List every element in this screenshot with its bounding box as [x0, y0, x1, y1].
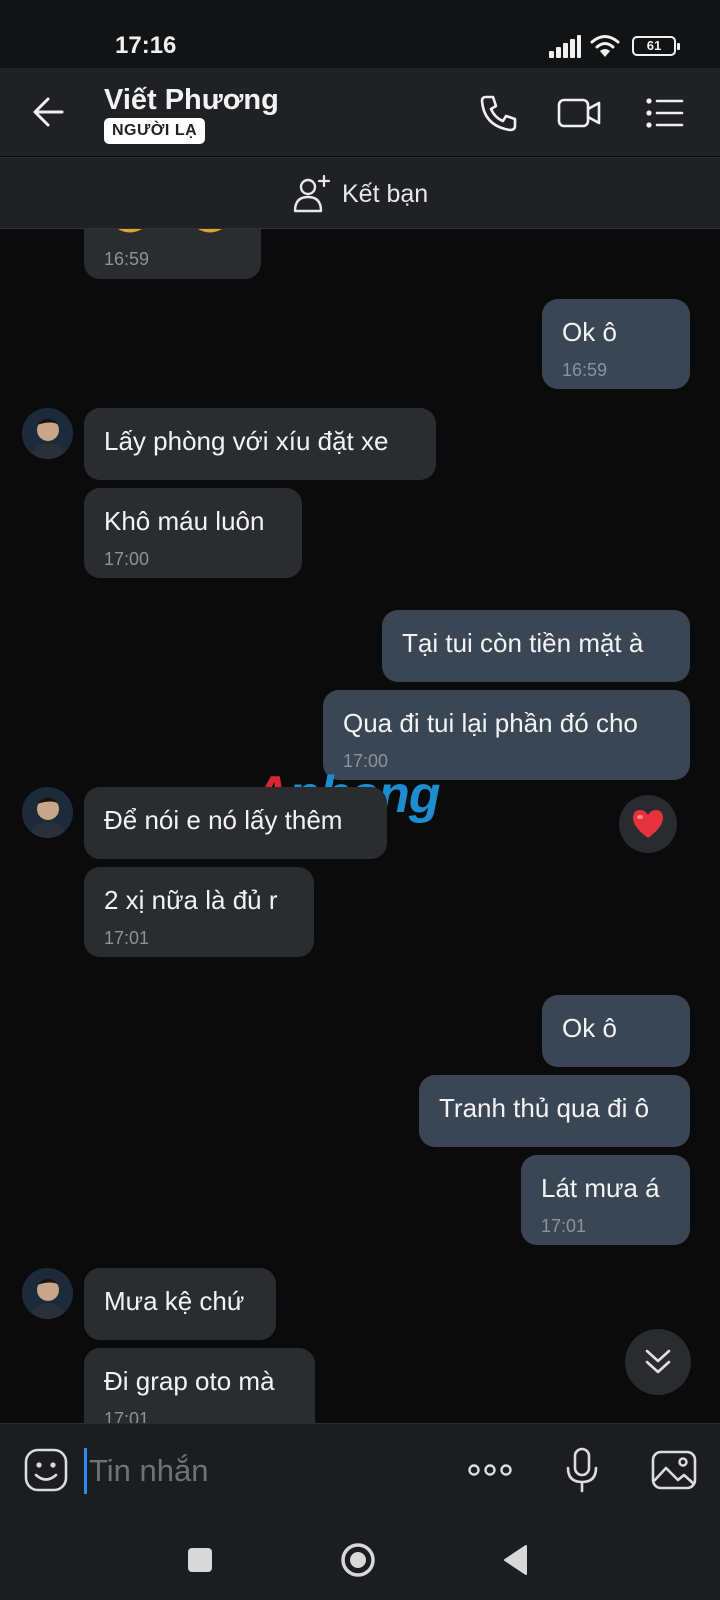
- message-text: Tranh thủ qua đi ô: [439, 1093, 650, 1123]
- heart-icon: [633, 810, 663, 838]
- add-friend-button[interactable]: Kết bạn: [292, 172, 428, 216]
- back-nav-icon[interactable]: [494, 1536, 542, 1584]
- message-bubble-incoming[interactable]: Để nói e nó lấy thêm: [84, 787, 387, 859]
- avatar[interactable]: [22, 408, 73, 459]
- add-user-icon: [293, 174, 331, 213]
- battery-icon: 61: [632, 36, 680, 56]
- image-icon[interactable]: [650, 1446, 698, 1494]
- message-bubble-incoming[interactable]: 16:59: [84, 229, 261, 279]
- message-text: Ok ô: [562, 317, 617, 347]
- message-text: Mưa kệ chứ: [104, 1286, 245, 1316]
- message-text: Đi grap oto mà: [104, 1366, 275, 1396]
- message-bubble-incoming[interactable]: Đi grap oto mà 17:01: [84, 1348, 315, 1423]
- add-friend-label: Kết bạn: [342, 179, 429, 208]
- battery-level: 61: [646, 38, 662, 53]
- message-bubble-incoming[interactable]: Khô máu luôn 17:00: [84, 488, 302, 578]
- sticker-face-icon[interactable]: [22, 1446, 70, 1494]
- status-time: 17:16: [115, 32, 177, 59]
- message-list[interactable]: 16:59 Ok ô 16:59 Lấy phòng với xíu đặt x…: [0, 229, 720, 1423]
- message-bubble-incoming[interactable]: Mưa kệ chứ: [84, 1268, 276, 1340]
- avatar[interactable]: [22, 1268, 73, 1319]
- message-composer: [0, 1423, 720, 1518]
- message-time: 17:01: [104, 928, 150, 948]
- home-icon[interactable]: [334, 1536, 382, 1584]
- message-time: 16:59: [104, 249, 150, 269]
- video-camera-icon[interactable]: [556, 90, 602, 136]
- phone-icon[interactable]: [476, 90, 522, 136]
- chat-header: Viết Phương NGƯỜI LẠ: [0, 68, 720, 156]
- message-text: Tại tui còn tiền mặt à: [402, 628, 644, 658]
- message-input[interactable]: [84, 1448, 444, 1494]
- list-menu-icon[interactable]: [642, 90, 688, 136]
- recent-apps-icon[interactable]: [176, 1536, 224, 1584]
- message-text: Khô máu luôn: [104, 506, 265, 536]
- emoji-icon: [118, 229, 222, 233]
- message-bubble-outgoing[interactable]: Lát mưa á 17:01: [521, 1155, 690, 1245]
- chevron-double-down-icon: [645, 1349, 671, 1374]
- message-bubble-outgoing[interactable]: Ok ô: [542, 995, 690, 1067]
- message-time: 16:59: [562, 360, 608, 380]
- stranger-badge: NGƯỜI LẠ: [104, 118, 206, 144]
- message-text: Lát mưa á: [541, 1173, 660, 1203]
- message-time: 17:00: [104, 549, 150, 569]
- message-text: 2 xị nữa là đủ r: [104, 885, 278, 915]
- message-time: 17:01: [104, 1409, 150, 1423]
- reaction-badge[interactable]: [619, 795, 677, 853]
- wifi-icon: [590, 35, 620, 57]
- message-bubble-incoming[interactable]: 2 xị nữa là đủ r 17:01: [84, 867, 314, 957]
- message-text: Để nói e nó lấy thêm: [104, 805, 343, 835]
- system-navigation-bar: [0, 1518, 720, 1600]
- signal-icon: [549, 34, 581, 58]
- message-text: Ok ô: [562, 1013, 617, 1043]
- message-bubble-outgoing[interactable]: Tại tui còn tiền mặt à: [382, 610, 690, 682]
- message-bubble-outgoing[interactable]: Tranh thủ qua đi ô: [419, 1075, 690, 1147]
- message-time: 17:01: [541, 1216, 587, 1236]
- scroll-to-bottom-button[interactable]: [625, 1329, 691, 1395]
- add-friend-bar[interactable]: Kết bạn: [0, 157, 720, 229]
- contact-name[interactable]: Viết Phương: [104, 84, 279, 117]
- message-text: Qua đi tui lại phần đó cho: [343, 708, 638, 738]
- message-text: Lấy phòng với xíu đặt xe: [104, 426, 389, 456]
- more-dots-icon[interactable]: [466, 1446, 514, 1494]
- arrow-left-icon[interactable]: [28, 90, 72, 134]
- avatar[interactable]: [22, 787, 73, 838]
- microphone-icon[interactable]: [558, 1446, 606, 1494]
- message-bubble-outgoing[interactable]: Ok ô 16:59: [542, 299, 690, 389]
- status-bar: 17:16 61: [0, 0, 720, 68]
- message-bubble-incoming[interactable]: Lấy phòng với xíu đặt xe: [84, 408, 436, 480]
